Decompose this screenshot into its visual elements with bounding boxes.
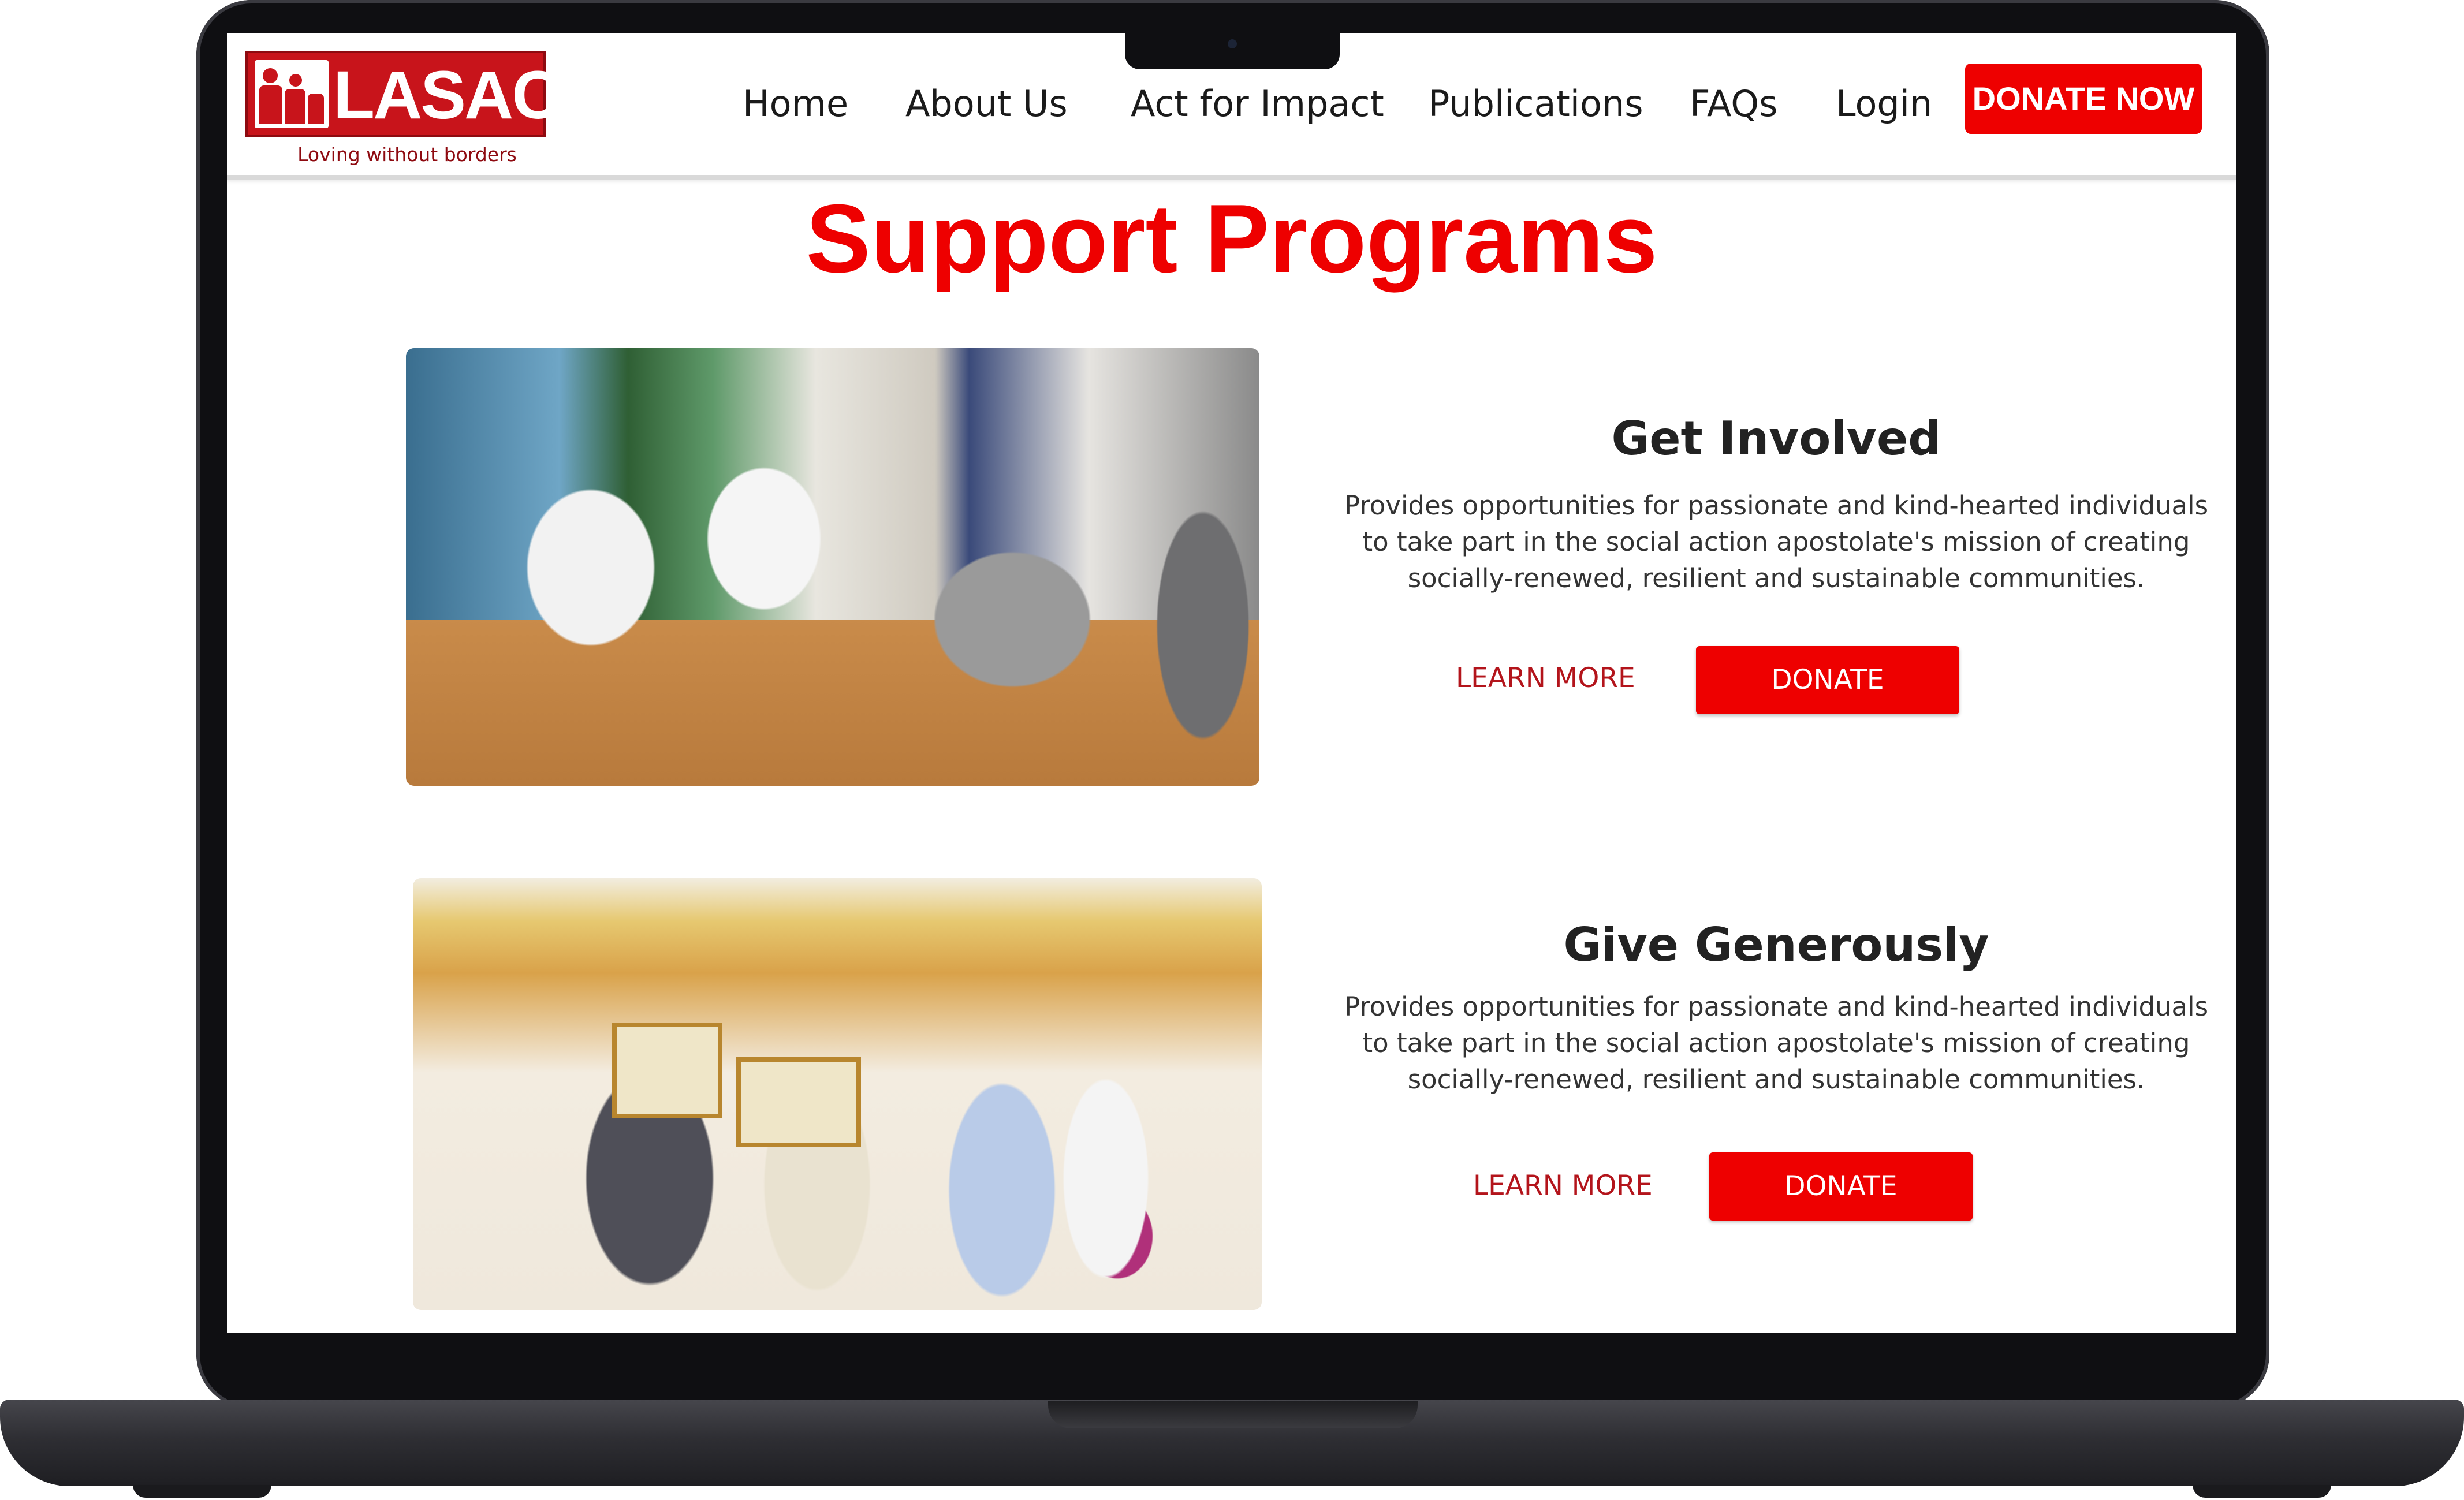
description-line: Provides opportunities for passionate an… bbox=[1344, 991, 2209, 1022]
nav-item-about-us[interactable]: About Us bbox=[905, 75, 1068, 133]
family-icon bbox=[255, 60, 329, 128]
description-line: socially-renewed, resilient and sustaina… bbox=[1407, 1064, 2145, 1095]
donate-button-give-generously[interactable]: DONATE bbox=[1709, 1152, 1973, 1221]
donate-now-button[interactable]: DONATE NOW bbox=[1965, 64, 2202, 134]
screen-bottom-bezel bbox=[227, 1333, 2236, 1400]
nav-item-publications[interactable]: Publications bbox=[1428, 75, 1643, 133]
program-description-give-generously: Provides opportunities for passionate an… bbox=[1343, 988, 2209, 1098]
learn-more-link-get-involved[interactable]: LEARN MORE bbox=[1456, 661, 1635, 696]
certificate-frame bbox=[736, 1057, 861, 1147]
nav-item-faqs[interactable]: FAQs bbox=[1690, 75, 1777, 133]
description-line: socially-renewed, resilient and sustaina… bbox=[1407, 563, 2145, 594]
logo-tagline: Loving without borders bbox=[297, 143, 517, 166]
donate-button-get-involved[interactable]: DONATE bbox=[1696, 646, 1959, 714]
logo-wordmark: LASAC bbox=[333, 57, 561, 133]
program-heading-give-generously: Give Generously bbox=[1563, 918, 1989, 972]
volunteers-photo bbox=[406, 348, 1259, 786]
award-ceremony-photo bbox=[413, 878, 1262, 1310]
program-description-get-involved: Provides opportunities for passionate an… bbox=[1343, 487, 2209, 596]
certificate-frame bbox=[612, 1023, 722, 1118]
nav-item-login[interactable]: Login bbox=[1836, 75, 1932, 133]
nav-item-act-for-impact[interactable]: Act for Impact bbox=[1131, 75, 1384, 133]
camera-notch bbox=[1125, 33, 1340, 69]
camera-icon bbox=[1228, 39, 1237, 48]
page-title: Support Programs bbox=[806, 184, 1658, 293]
site-logo[interactable]: LASAC Loving without borders bbox=[245, 51, 561, 175]
learn-more-link-give-generously[interactable]: LEARN MORE bbox=[1473, 1169, 1653, 1203]
screen: LASAC Loving without borders Home About … bbox=[227, 33, 2236, 1333]
laptop-opening-notch bbox=[1048, 1401, 1418, 1428]
laptop-foot-left bbox=[133, 1485, 271, 1498]
logo-box: LASAC bbox=[245, 51, 561, 137]
program-heading-get-involved: Get Involved bbox=[1611, 412, 1941, 465]
description-line: to take part in the social action aposto… bbox=[1362, 1028, 2190, 1058]
laptop-foot-right bbox=[2193, 1485, 2331, 1498]
description-line: to take part in the social action aposto… bbox=[1362, 527, 2190, 557]
nav-item-home[interactable]: Home bbox=[743, 75, 848, 133]
description-line: Provides opportunities for passionate an… bbox=[1344, 490, 2209, 521]
